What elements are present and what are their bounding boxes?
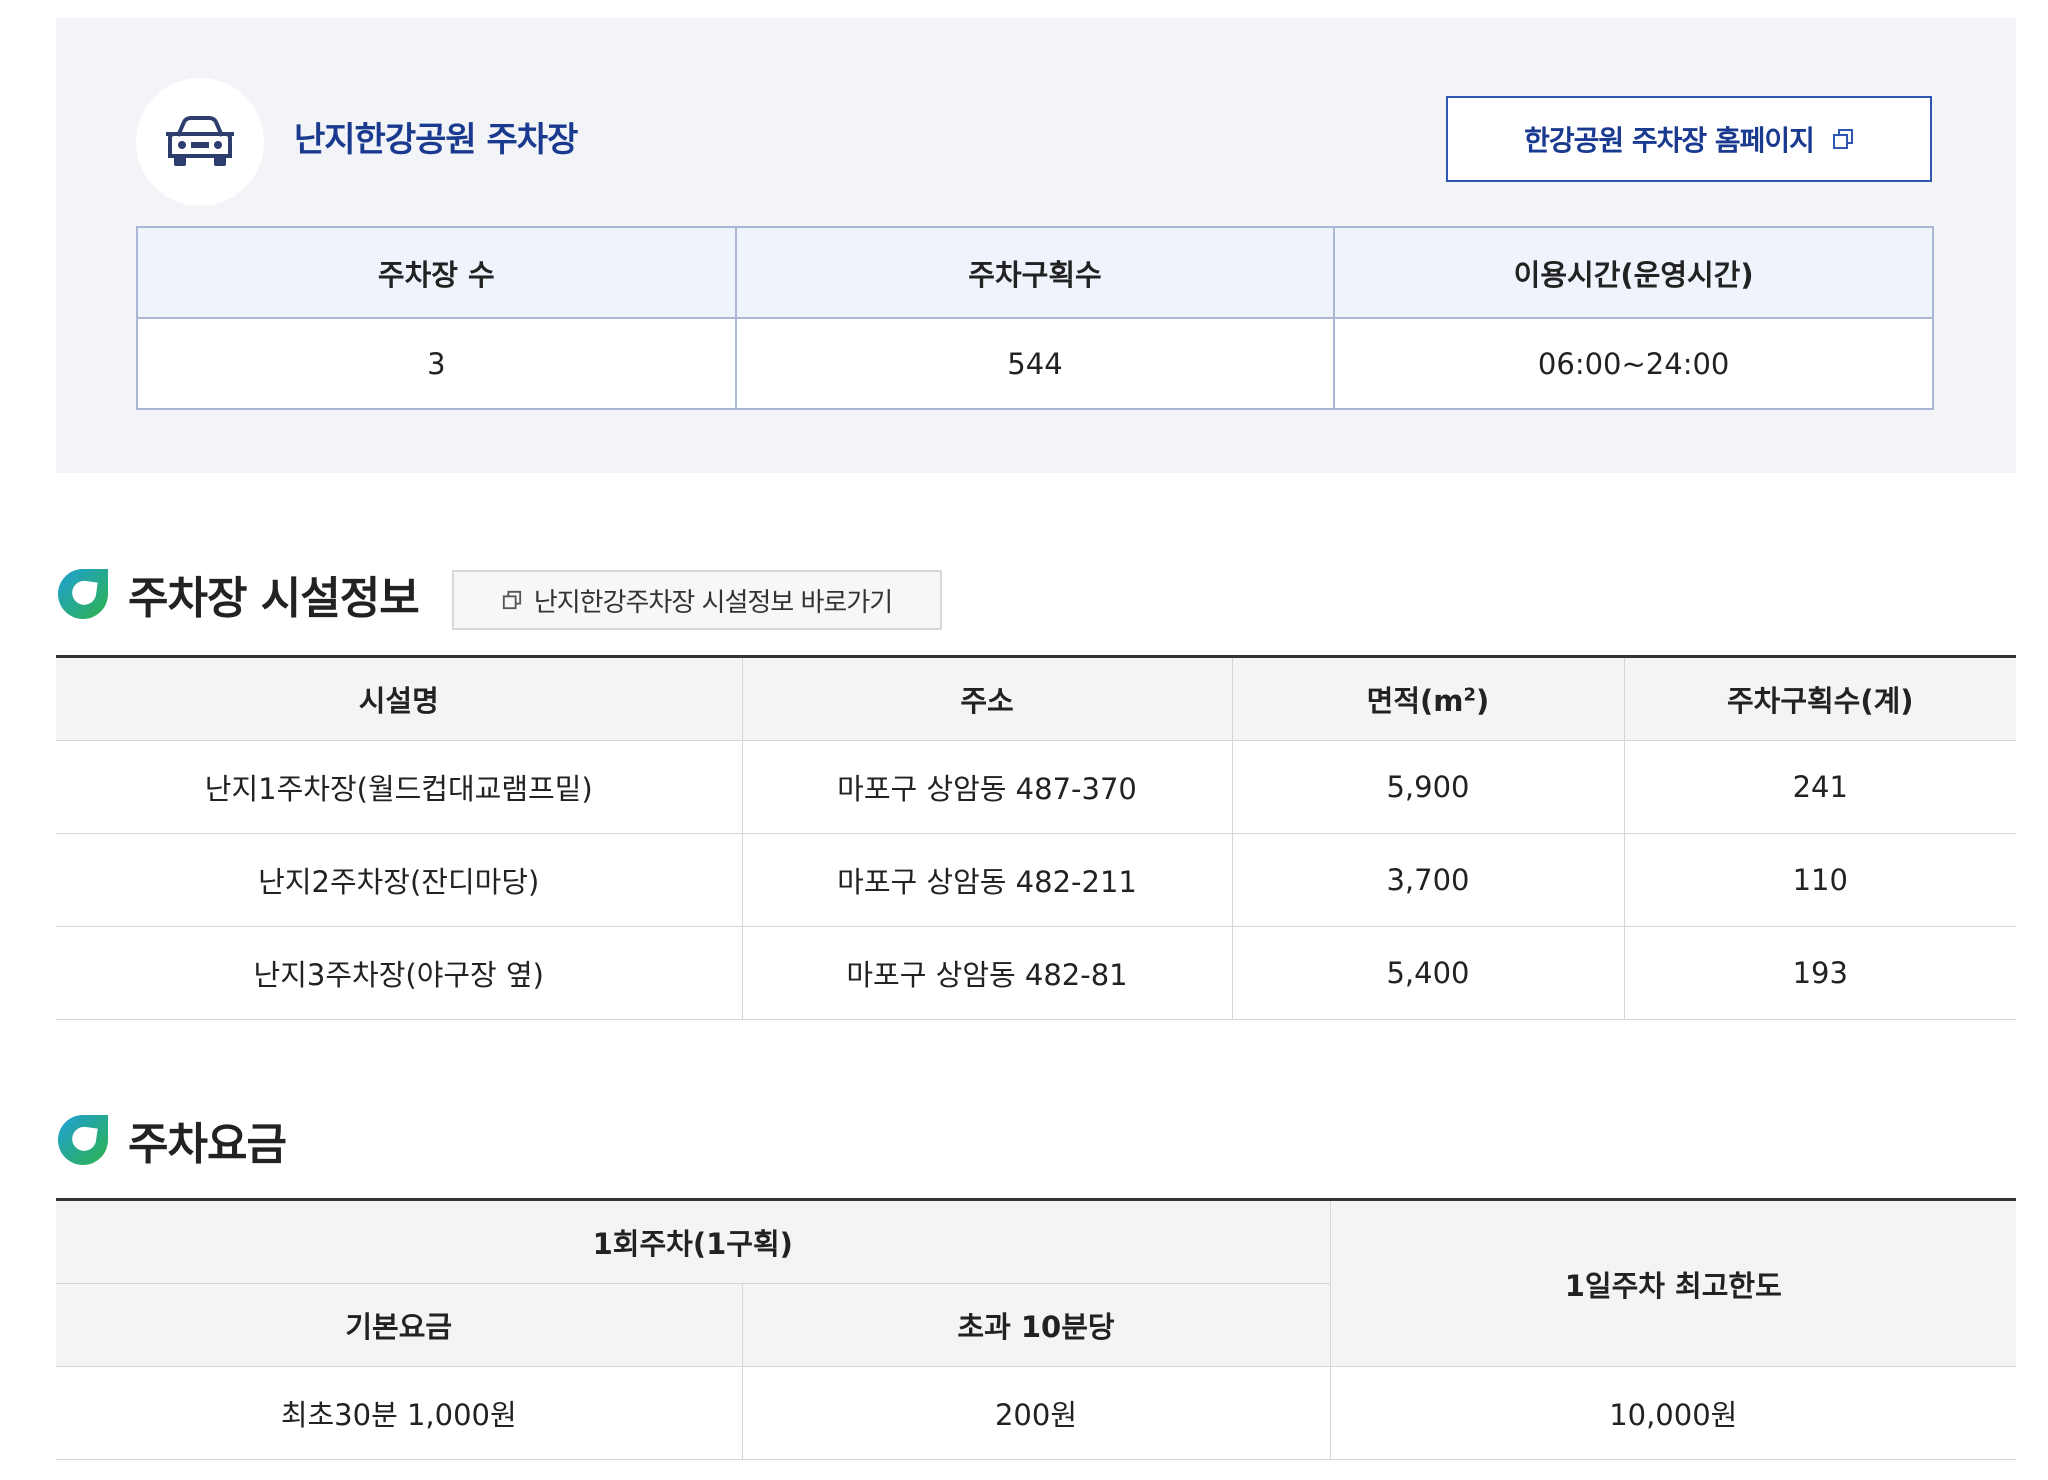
facility-header-area: 면적(m2)	[1231, 656, 1624, 741]
new-window-icon	[1832, 129, 1853, 149]
hangang-parking-homepage-button[interactable]: 한강공원 주차장 홈페이지	[1446, 96, 1932, 182]
facility-section-heading: 주차장 시설정보	[56, 562, 420, 626]
facility-info-shortcut-button[interactable]: 난지한강주차장 시설정보 바로가기	[452, 570, 942, 630]
fee-header-base: 기본요금	[56, 1283, 742, 1367]
table-row: 최초30분 1,000원 200원 10,000원	[56, 1366, 2017, 1460]
homepage-button-label: 한강공원 주차장 홈페이지	[1524, 124, 1815, 157]
facility-address: 마포구 상암동 487-370	[741, 740, 1232, 834]
parking-lot-title: 난지한강공원 주차장	[294, 120, 578, 160]
facility-spaces: 193	[1623, 926, 2016, 1020]
facility-address: 마포구 상암동 482-211	[741, 833, 1232, 927]
summary-spaces: 544	[734, 317, 1336, 410]
summary-header-spaces: 주차구획수	[734, 226, 1336, 319]
summary-header-hours: 이용시간(운영시간)	[1333, 226, 1934, 319]
facility-header-spaces: 주차구획수(계)	[1623, 656, 2016, 741]
table-row: 난지1주차장(월드컵대교램프밑) 마포구 상암동 487-370 5,900 2…	[56, 740, 2016, 834]
fee-section-title: 주차요금	[128, 1119, 287, 1170]
facility-header-address: 주소	[741, 656, 1232, 741]
summary-table: 주차장 수 주차구획수 이용시간(운영시간) 3 544 06:00~24:00	[136, 226, 1934, 410]
facility-area: 3,700	[1231, 833, 1624, 927]
facility-area: 5,900	[1231, 740, 1624, 834]
section-bullet-icon	[58, 1115, 108, 1165]
table-row: 난지3주차장(야구장 옆) 마포구 상암동 482-81 5,400 193	[56, 926, 2016, 1020]
table-row: 난지2주차장(잔디마당) 마포구 상암동 482-211 3,700 110	[56, 833, 2016, 927]
facility-spaces: 241	[1623, 740, 2016, 834]
facility-name: 난지2주차장(잔디마당)	[56, 833, 742, 927]
facility-header-name: 시설명	[56, 656, 742, 741]
parking-summary-panel: 난지한강공원 주차장 한강공원 주차장 홈페이지 주차장 수 주차구획수 이용시…	[56, 18, 2016, 473]
fee-extra-value: 200원	[741, 1366, 1331, 1460]
summary-lot-count: 3	[136, 317, 737, 410]
section-bullet-icon	[58, 569, 108, 619]
car-icon-badge	[136, 78, 264, 206]
summary-hours: 06:00~24:00	[1333, 317, 1934, 410]
shortcut-button-label: 난지한강주차장 시설정보 바로가기	[533, 587, 893, 618]
fee-section-heading: 주차요금	[56, 1108, 287, 1172]
facility-name: 난지1주차장(월드컵대교램프밑)	[56, 740, 742, 834]
facility-spaces: 110	[1623, 833, 2016, 927]
facility-section-title: 주차장 시설정보	[128, 573, 420, 624]
fee-header-daily-max: 1일주차 최고한도	[1329, 1199, 2017, 1367]
fee-header-single-parking: 1회주차(1구획)	[56, 1199, 1331, 1284]
summary-header-lot-count: 주차장 수	[136, 226, 737, 319]
facility-table: 시설명 주소 면적(m2) 주차구획수(계) 난지1주차장(월드컵대교램프밑) …	[56, 655, 2016, 1020]
facility-address: 마포구 상암동 482-81	[741, 926, 1232, 1020]
fee-daily-value: 10,000원	[1329, 1366, 2017, 1460]
new-window-icon	[502, 590, 521, 610]
fee-base-value: 최초30분 1,000원	[56, 1366, 742, 1460]
car-icon	[166, 116, 234, 166]
fee-header-extra: 초과 10분당	[741, 1283, 1331, 1367]
facility-area: 5,400	[1231, 926, 1624, 1020]
fee-table: 1회주차(1구획) 1일주차 최고한도 기본요금 초과 10분당 최초30분 1…	[56, 1198, 2017, 1460]
facility-name: 난지3주차장(야구장 옆)	[56, 926, 742, 1020]
